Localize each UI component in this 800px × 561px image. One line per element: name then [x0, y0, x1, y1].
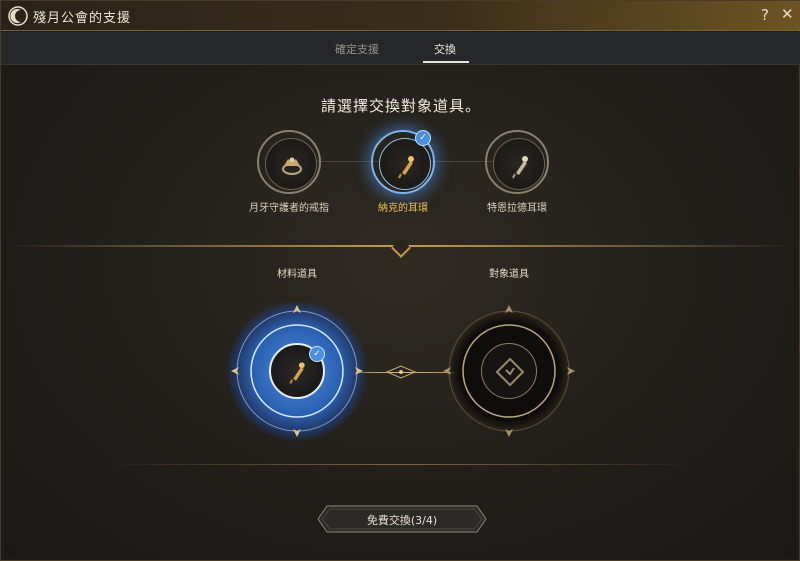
guild-support-window: 殘月公會的支援 ? ✕ 確定支援 交換 請選擇交換對象道具。 ✓ 月牙守護者的戒…	[0, 0, 800, 561]
crescent-moon-icon	[8, 6, 28, 26]
chain-ornament-icon	[385, 365, 417, 379]
close-icon[interactable]: ✕	[781, 5, 794, 23]
tab-confirm-support[interactable]: 確定支援	[335, 41, 379, 57]
target-item-slot[interactable]	[481, 343, 537, 399]
target-slot-label: 對象道具	[489, 269, 529, 280]
material-slot-label: 材料道具	[277, 269, 317, 280]
free-exchange-button[interactable]: 免費交換(3/4)	[317, 505, 487, 533]
tab-exchange[interactable]: 交換	[434, 41, 456, 57]
option-ring[interactable]	[257, 130, 321, 194]
selected-check-icon: ✓	[415, 130, 431, 146]
title-bar: 殘月公會的支援 ? ✕	[1, 1, 800, 31]
exchange-panel: 請選擇交換對象道具。 ✓ 月牙守護者的戒指 納克的耳環 特恩拉德耳環 材料道具 …	[5, 65, 797, 559]
tab-bar: 確定支援 交換	[1, 32, 800, 65]
bottom-divider	[105, 464, 697, 465]
help-icon[interactable]: ?	[761, 6, 769, 24]
ring-icon	[282, 157, 302, 175]
option-label-trald-earring: 特恩拉德耳環	[487, 203, 547, 214]
free-exchange-label: 免費交換(3/4)	[366, 514, 438, 527]
earring-icon	[398, 156, 414, 179]
option-trald-earring[interactable]	[485, 130, 549, 194]
selection-prompt: 請選擇交換對象道具。	[320, 97, 481, 115]
divider-arrow-icon	[391, 238, 411, 258]
window-title: 殘月公會的支援	[33, 11, 132, 26]
material-check-icon: ✓	[309, 346, 325, 362]
empty-item-placeholder-icon	[495, 357, 525, 387]
active-tab-indicator	[423, 61, 469, 63]
option-nak-earring[interactable]: ✓	[371, 130, 435, 194]
earring-icon	[512, 156, 528, 179]
